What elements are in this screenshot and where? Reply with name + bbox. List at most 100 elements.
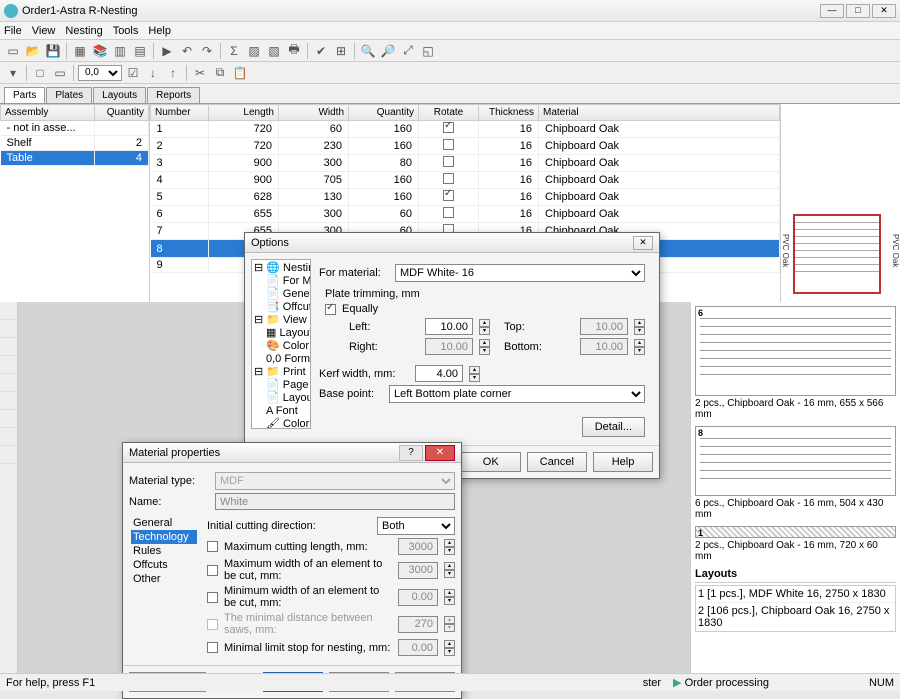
dir-combo[interactable]: Both bbox=[377, 517, 455, 535]
paste-icon[interactable]: 📋 bbox=[231, 64, 249, 82]
tab-parts[interactable]: Parts bbox=[4, 87, 45, 103]
minlimit-checkbox[interactable] bbox=[207, 642, 218, 653]
rotate-checkbox[interactable] bbox=[443, 122, 454, 133]
parts-row[interactable]: 39003008016Chipboard Oak bbox=[151, 155, 780, 172]
down-icon[interactable]: ↓ bbox=[144, 64, 162, 82]
vtool-7[interactable] bbox=[0, 410, 16, 428]
vtool-9[interactable] bbox=[0, 446, 16, 464]
side-other[interactable]: Other bbox=[131, 572, 197, 586]
sheet-icon[interactable]: ▥ bbox=[111, 42, 129, 60]
parts-row[interactable]: 272023016016Chipboard Oak bbox=[151, 138, 780, 155]
col-qty[interactable]: Quantity bbox=[95, 105, 149, 121]
up-icon[interactable]: ↑ bbox=[164, 64, 182, 82]
equally-checkbox[interactable] bbox=[325, 304, 336, 315]
minimize-button[interactable]: — bbox=[820, 4, 844, 18]
col-width[interactable]: Width bbox=[279, 105, 349, 121]
vtool-4[interactable] bbox=[0, 356, 16, 374]
parts-row[interactable]: 562813016016Chipboard Oak bbox=[151, 189, 780, 206]
tab-reports[interactable]: Reports bbox=[147, 87, 200, 103]
zoom-out-icon[interactable]: 🔎 bbox=[379, 42, 397, 60]
layers-icon[interactable]: ▾ bbox=[4, 64, 22, 82]
layouts-row[interactable]: 2 [106 pcs.], Chipboard Oak 16, 2750 x 1… bbox=[696, 603, 895, 631]
vtool-6[interactable] bbox=[0, 392, 16, 410]
parts-row[interactable]: 66553006016Chipboard Oak bbox=[151, 206, 780, 223]
zoom-in-icon[interactable]: 🔍 bbox=[359, 42, 377, 60]
undo-icon[interactable]: ↶ bbox=[178, 42, 196, 60]
menu-nesting[interactable]: Nesting bbox=[65, 25, 102, 37]
options-ok-button[interactable]: OK bbox=[461, 452, 521, 472]
base-combo[interactable]: Left Bottom plate corner bbox=[389, 385, 645, 403]
minw-checkbox[interactable] bbox=[207, 592, 218, 603]
tab-layouts[interactable]: Layouts bbox=[93, 87, 146, 103]
side-technology[interactable]: Technology bbox=[131, 530, 197, 544]
col-thickness[interactable]: Thickness bbox=[479, 105, 539, 121]
menu-view[interactable]: View bbox=[32, 25, 56, 37]
vtool-5[interactable] bbox=[0, 374, 16, 392]
side-offcuts[interactable]: Offcuts bbox=[131, 558, 197, 572]
parts-row[interactable]: 17206016016Chipboard Oak bbox=[151, 121, 780, 138]
col-assembly[interactable]: Assembly bbox=[1, 105, 95, 121]
mat-help-icon[interactable]: ? bbox=[399, 445, 423, 461]
books-icon[interactable]: 📚 bbox=[91, 42, 109, 60]
options-tree[interactable]: ⊟ 🌐 Nesting 📄 For Material 📄 General 📑 O… bbox=[251, 259, 311, 429]
check-icon[interactable]: ✔ bbox=[312, 42, 330, 60]
thumb-6[interactable]: 6 bbox=[695, 306, 896, 396]
new-icon[interactable]: ▭ bbox=[4, 42, 22, 60]
menu-help[interactable]: Help bbox=[148, 25, 171, 37]
tile-icon[interactable]: ▦ bbox=[71, 42, 89, 60]
thumb-1[interactable]: 1 bbox=[695, 526, 896, 538]
options-cancel-button[interactable]: Cancel bbox=[527, 452, 587, 472]
side-rules[interactable]: Rules bbox=[131, 544, 197, 558]
mat-close-icon[interactable]: ✕ bbox=[425, 445, 455, 461]
options-help-button[interactable]: Help bbox=[593, 452, 653, 472]
for-material-combo[interactable]: MDF White- 16 bbox=[395, 264, 645, 282]
layouts-row[interactable]: 1 [1 pcs.], MDF White 16, 2750 x 1830 bbox=[696, 586, 895, 603]
maxlen-checkbox[interactable] bbox=[207, 541, 218, 552]
col-number[interactable]: Number bbox=[151, 105, 209, 121]
export-icon[interactable]: ▧ bbox=[265, 42, 283, 60]
vtool-2[interactable] bbox=[0, 320, 16, 338]
chart-icon[interactable]: ▨ bbox=[245, 42, 263, 60]
left-input[interactable] bbox=[425, 318, 473, 335]
detail-button[interactable]: Detail... bbox=[582, 417, 645, 437]
options-close-icon[interactable]: ✕ bbox=[633, 236, 653, 250]
copy-icon[interactable]: ⧉ bbox=[211, 64, 229, 82]
parts-row[interactable]: 490070516016Chipboard Oak bbox=[151, 172, 780, 189]
format-combo[interactable]: 0,0 bbox=[78, 65, 122, 81]
open-icon[interactable]: 📂 bbox=[24, 42, 42, 60]
rotate-checkbox[interactable] bbox=[443, 156, 454, 167]
side-general[interactable]: General bbox=[131, 516, 197, 530]
vtool-1[interactable] bbox=[0, 302, 16, 320]
rotate-checkbox[interactable] bbox=[443, 207, 454, 218]
boxminus-icon[interactable]: ▭ bbox=[51, 64, 69, 82]
grid-icon[interactable]: ⊞ bbox=[332, 42, 350, 60]
doc-icon[interactable]: ▤ bbox=[131, 42, 149, 60]
save-icon[interactable]: 💾 bbox=[44, 42, 62, 60]
zoom-sel-icon[interactable]: ◱ bbox=[419, 42, 437, 60]
thumb-8[interactable]: 8 bbox=[695, 426, 896, 496]
menu-file[interactable]: File bbox=[4, 25, 22, 37]
maximize-button[interactable]: □ bbox=[846, 4, 870, 18]
cut-icon[interactable]: ✂ bbox=[191, 64, 209, 82]
col-rotate[interactable]: Rotate bbox=[419, 105, 479, 121]
play-icon[interactable]: ▶ bbox=[158, 42, 176, 60]
redo-icon[interactable]: ↷ bbox=[198, 42, 216, 60]
kerf-input[interactable] bbox=[415, 365, 463, 382]
zoom-fit-icon[interactable]: ⤢ bbox=[399, 42, 417, 60]
col-length[interactable]: Length bbox=[209, 105, 279, 121]
vtool-8[interactable] bbox=[0, 428, 16, 446]
rotate-checkbox[interactable] bbox=[443, 190, 454, 201]
tab-plates[interactable]: Plates bbox=[46, 87, 92, 103]
maxw-checkbox[interactable] bbox=[207, 565, 218, 576]
rotate-checkbox[interactable] bbox=[443, 173, 454, 184]
close-button[interactable]: ✕ bbox=[872, 4, 896, 18]
checklist-icon[interactable]: ☑ bbox=[124, 64, 142, 82]
col-material[interactable]: Material bbox=[539, 105, 780, 121]
print-icon[interactable]: 🖶 bbox=[285, 42, 303, 60]
assembly-grid[interactable]: AssemblyQuantity - not in asse... Shelf2… bbox=[0, 104, 149, 166]
boxplus-icon[interactable]: □ bbox=[31, 64, 49, 82]
col-quantity[interactable]: Quantity bbox=[349, 105, 419, 121]
sigma-icon[interactable]: Σ bbox=[225, 42, 243, 60]
menu-tools[interactable]: Tools bbox=[113, 25, 139, 37]
vtool-3[interactable] bbox=[0, 338, 16, 356]
